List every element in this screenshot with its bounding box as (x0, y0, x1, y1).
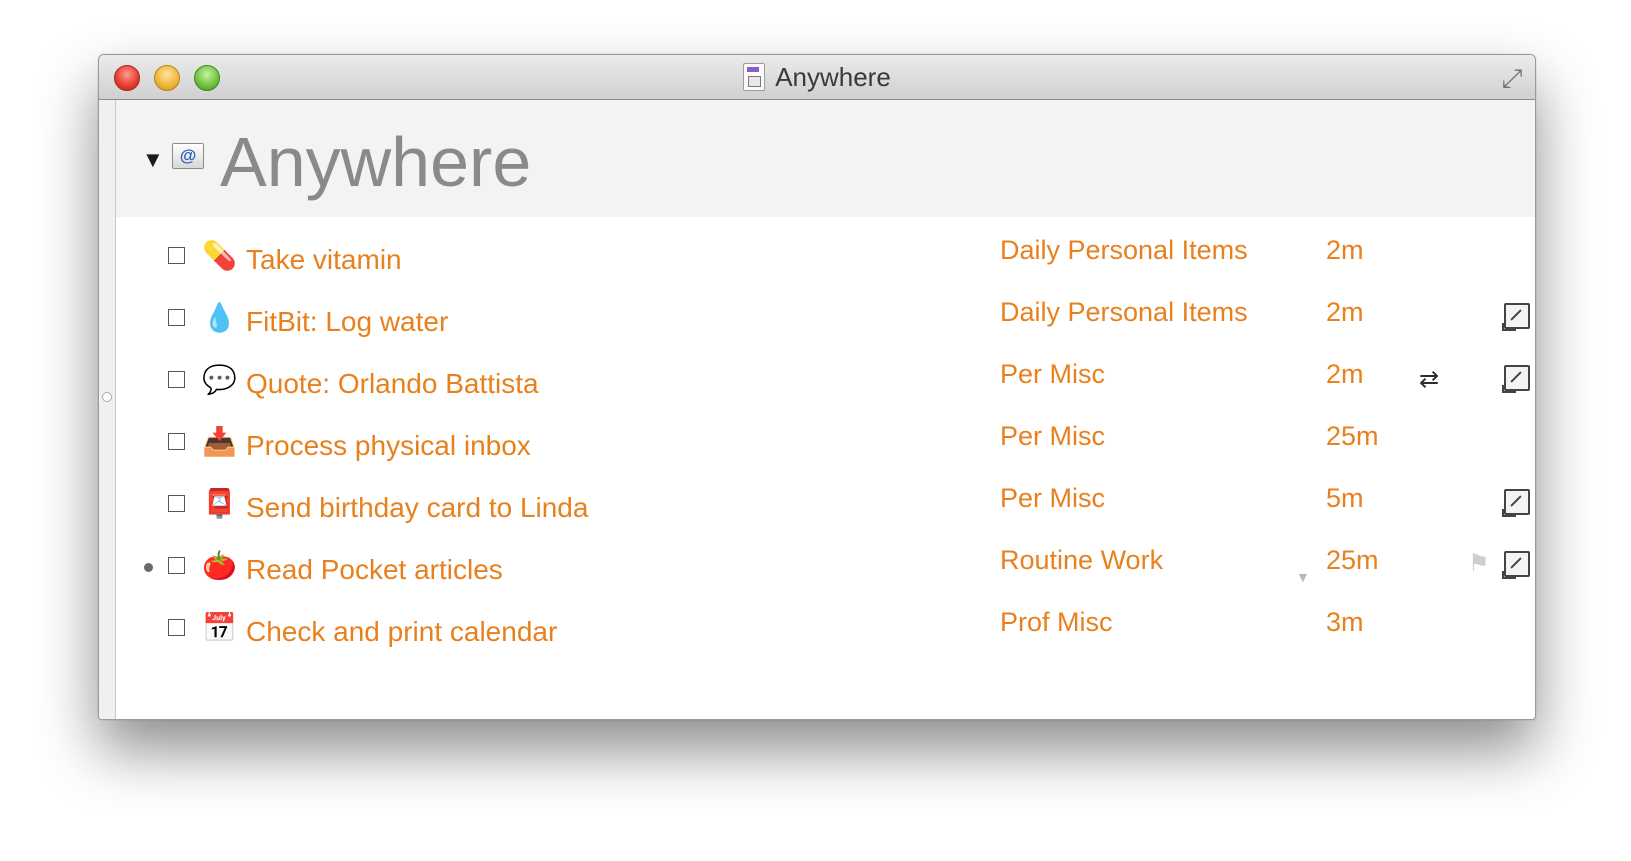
task-row[interactable]: 📮 Send birthday card to Linda Per Misc 5m (116, 475, 1535, 537)
pill-icon: 💊 (202, 240, 237, 271)
project-dropdown-icon[interactable]: ▼ (1296, 569, 1310, 585)
task-row[interactable]: 📥 Process physical inbox Per Misc 25m (116, 413, 1535, 475)
fullscreen-icon[interactable]: ⤢ (1497, 63, 1527, 93)
task-checkbox[interactable] (168, 495, 185, 512)
task-project[interactable]: Per Misc (1000, 419, 1105, 453)
task-duration[interactable]: 5m (1326, 481, 1364, 515)
flag-icon[interactable]: ⚑ (1468, 549, 1490, 579)
repeat-icon: ⇄ (1419, 366, 1440, 393)
context-header: ▼ @ Anywhere (116, 100, 1535, 217)
note-icon[interactable] (1502, 551, 1530, 579)
task-checkbox[interactable] (168, 433, 185, 450)
speech-bubble-icon: 💬 (202, 364, 237, 395)
task-project[interactable]: Prof Misc (1000, 605, 1113, 639)
task-duration[interactable]: 2m (1326, 233, 1364, 267)
task-project[interactable]: Per Misc (1000, 357, 1105, 391)
calendar-icon: 📅 (202, 612, 237, 643)
task-project[interactable]: Daily Personal Items (1000, 233, 1248, 267)
disclosure-triangle-icon[interactable]: ▼ (142, 147, 164, 173)
task-title[interactable]: Process physical inbox (246, 429, 531, 463)
task-title[interactable]: Take vitamin (246, 243, 402, 277)
task-row[interactable]: 💊 Take vitamin Daily Personal Items 2m (116, 227, 1535, 289)
task-checkbox[interactable] (168, 247, 185, 264)
note-icon[interactable] (1502, 489, 1530, 517)
postbox-icon: 📮 (202, 488, 237, 519)
task-checkbox[interactable] (168, 309, 185, 326)
task-title[interactable]: FitBit: Log water (246, 305, 448, 339)
task-checkbox[interactable] (168, 619, 185, 636)
task-checkbox[interactable] (168, 557, 185, 574)
tomato-icon: 🍅 (202, 550, 237, 581)
selection-dot-icon (144, 563, 153, 572)
task-row[interactable]: 💬 Quote: Orlando Battista Per Misc 2m ⇄ (116, 351, 1535, 413)
app-window: Anywhere ⤢ ▼ @ Anywhere 💊 Take vitamin Dai… (98, 54, 1536, 720)
task-title[interactable]: Check and print calendar (246, 615, 557, 649)
note-icon[interactable] (1502, 303, 1530, 331)
task-duration[interactable]: 2m (1326, 295, 1364, 329)
task-duration[interactable]: 25m (1326, 419, 1379, 453)
document-icon (743, 63, 766, 91)
task-project[interactable]: Daily Personal Items (1000, 295, 1248, 329)
note-icon[interactable] (1502, 365, 1530, 393)
window-title: Anywhere (775, 61, 891, 92)
title-bar: Anywhere ⤢ (99, 55, 1535, 100)
task-project[interactable]: Per Misc (1000, 481, 1105, 515)
at-sign-context-icon: @ (172, 143, 204, 169)
window-title-group: Anywhere (99, 55, 1535, 99)
task-duration[interactable]: 3m (1326, 605, 1364, 639)
inbox-tray-icon: 📥 (202, 426, 237, 457)
task-duration[interactable]: 2m (1326, 357, 1364, 391)
task-title[interactable]: Quote: Orlando Battista (246, 367, 539, 401)
task-checkbox[interactable] (168, 371, 185, 388)
task-project[interactable]: Routine Work (1000, 543, 1163, 577)
split-resize-handle[interactable] (102, 392, 112, 402)
water-drop-icon: 💧 (202, 302, 237, 333)
task-title[interactable]: Read Pocket articles (246, 553, 503, 587)
task-row[interactable]: 💧 FitBit: Log water Daily Personal Items 2m (116, 289, 1535, 351)
task-list: 💊 Take vitamin Daily Personal Items 2m 💧 FitB… (116, 227, 1535, 661)
task-title[interactable]: Send birthday card to Linda (246, 491, 588, 525)
context-title: Anywhere (220, 123, 532, 201)
left-edge-bar (99, 100, 116, 719)
task-row[interactable]: 📅 Check and print calendar Prof Misc 3m (116, 599, 1535, 661)
task-row[interactable]: 🍅 Read Pocket articles Routine Work ▼ 25m ⚑ (116, 537, 1535, 599)
task-duration[interactable]: 25m (1326, 543, 1379, 577)
